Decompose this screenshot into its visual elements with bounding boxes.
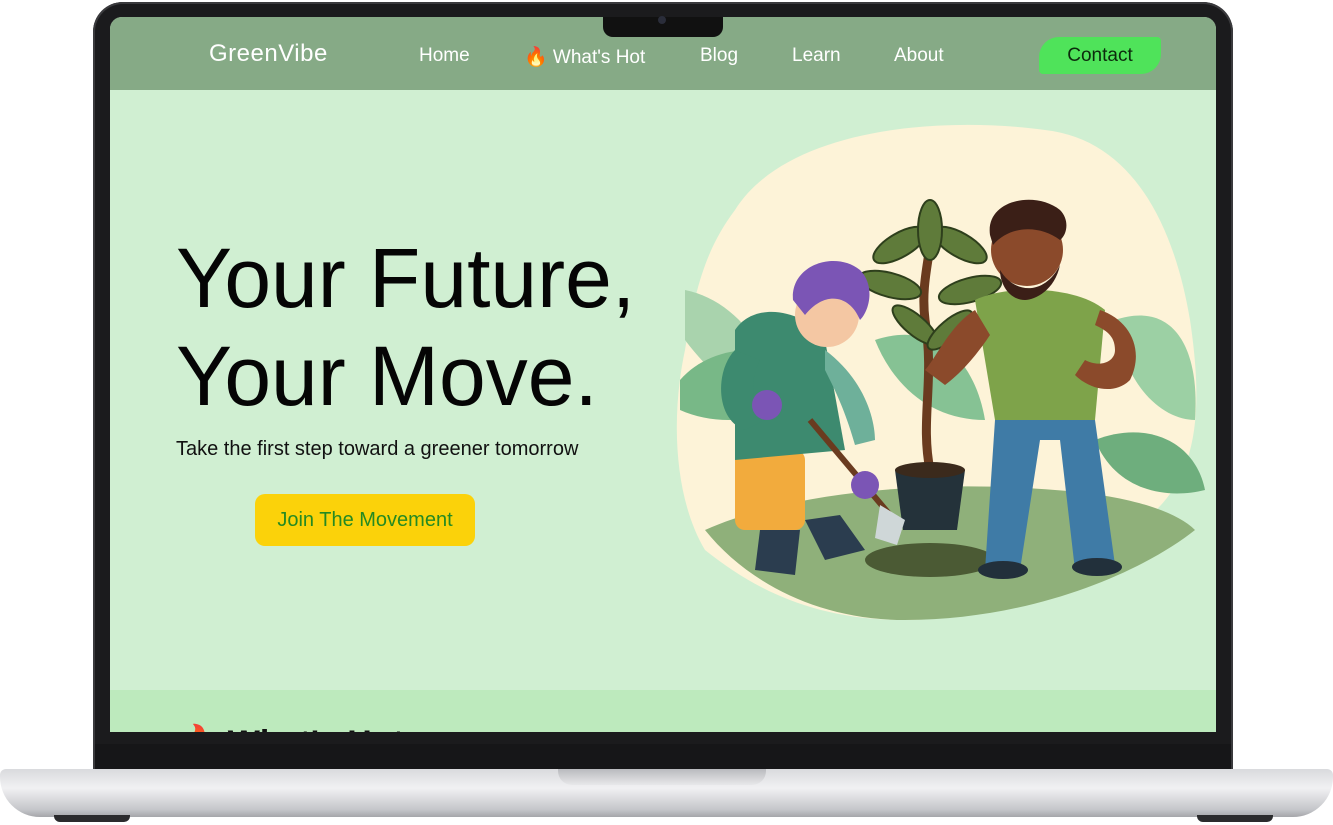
hero-title-line-2: Your Move. [176, 329, 598, 423]
laptop-foot-left [54, 815, 130, 822]
gardening-illustration [676, 124, 1205, 620]
nav-link-blog[interactable]: Blog [700, 45, 738, 67]
nav-link-learn[interactable]: Learn [792, 45, 841, 67]
laptop-foot-right [1197, 815, 1273, 822]
laptop-opening-notch [558, 769, 766, 785]
laptop-mockup: GreenVibe Home 🔥 What's Hot Blog Learn A… [0, 0, 1333, 825]
nav-link-whats-hot[interactable]: 🔥 What's Hot [524, 45, 645, 69]
contact-button[interactable]: Contact [1039, 37, 1161, 74]
nav-link-about[interactable]: About [894, 45, 944, 67]
nav-link-home[interactable]: Home [419, 45, 470, 67]
hero-subtitle: Take the first step toward a greener tom… [176, 438, 579, 460]
brand-logo[interactable]: GreenVibe [209, 40, 328, 68]
camera-icon [658, 16, 666, 24]
laptop-hinge [95, 744, 1231, 771]
join-movement-button[interactable]: Join The Movement [255, 494, 475, 546]
hero-title: Your Future, Your Move. [176, 229, 635, 425]
whats-hot-heading: 🔥 What's Hot [176, 723, 404, 732]
website-screen: GreenVibe Home 🔥 What's Hot Blog Learn A… [110, 17, 1216, 732]
hero-title-line-1: Your Future, [176, 231, 636, 325]
